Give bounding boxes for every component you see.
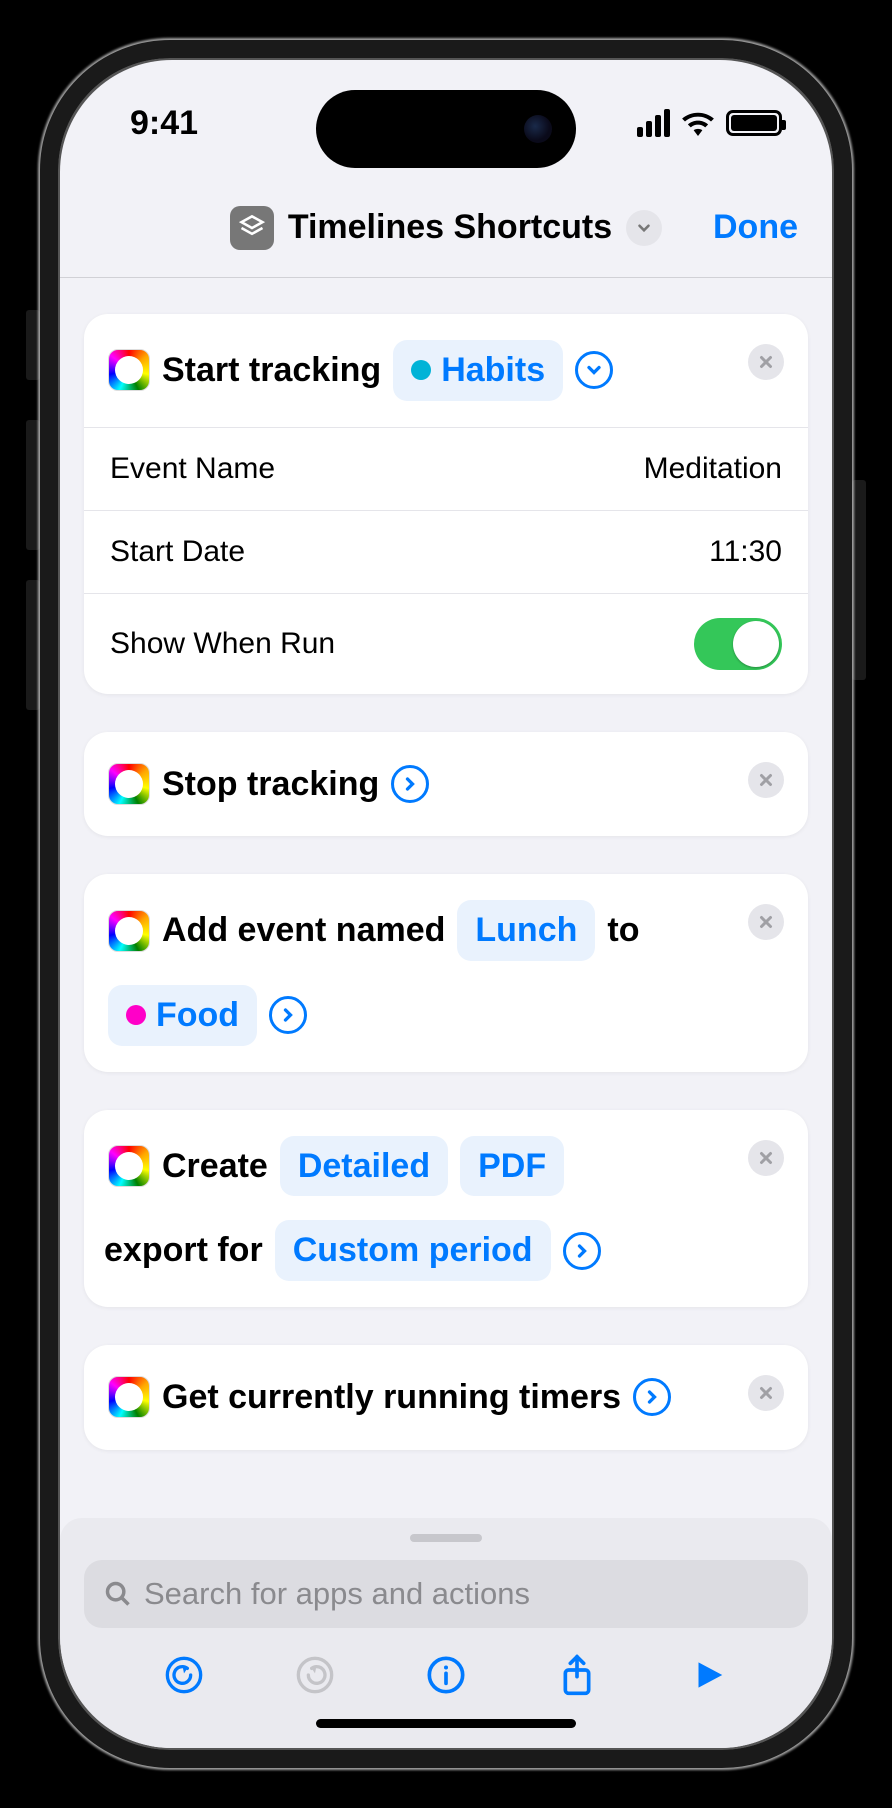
remove-button[interactable]	[748, 904, 784, 940]
action-card[interactable]: Get currently running timers	[84, 1345, 808, 1450]
param-label: Show When Run	[110, 627, 335, 661]
remove-button[interactable]	[748, 1140, 784, 1176]
action-card[interactable]: Start tracking Habits Event N	[84, 314, 808, 694]
tag-dot	[126, 1005, 146, 1025]
dynamic-island	[316, 90, 576, 168]
status-time: 9:41	[130, 104, 198, 143]
token-label: Detailed	[298, 1140, 430, 1193]
wifi-icon	[680, 110, 716, 136]
action-verb: Start tracking	[162, 344, 381, 397]
chevron-down-icon[interactable]	[575, 351, 613, 389]
action-card[interactable]: Create Detailed PDF export for Custom pe…	[84, 1110, 808, 1307]
battery-icon	[726, 110, 782, 136]
value-token[interactable]: PDF	[460, 1136, 564, 1197]
app-icon	[108, 763, 150, 805]
tag-label: Habits	[441, 344, 545, 397]
actions-list: Start tracking Habits Event N	[60, 278, 832, 1514]
done-button[interactable]: Done	[713, 208, 798, 247]
app-icon	[108, 1145, 150, 1187]
value-token[interactable]: Custom period	[275, 1220, 551, 1281]
redo-button[interactable]	[291, 1651, 339, 1699]
action-text: Add event named	[162, 904, 445, 957]
share-button[interactable]	[553, 1651, 601, 1699]
param-value: Meditation	[644, 452, 782, 486]
cellular-signal-icon	[637, 109, 670, 137]
chevron-right-icon[interactable]	[633, 1378, 671, 1416]
app-icon	[108, 1376, 150, 1418]
home-indicator[interactable]	[316, 1719, 576, 1728]
tag-dot	[411, 360, 431, 380]
token-label: PDF	[478, 1140, 546, 1193]
search-placeholder: Search for apps and actions	[144, 1576, 530, 1612]
param-label: Start Date	[110, 535, 245, 569]
action-card[interactable]: Add event named Lunch to Food	[84, 874, 808, 1071]
remove-button[interactable]	[748, 344, 784, 380]
search-panel[interactable]: Search for apps and actions	[60, 1518, 832, 1748]
chevron-right-icon[interactable]	[563, 1232, 601, 1270]
play-button[interactable]	[684, 1651, 732, 1699]
app-icon	[108, 349, 150, 391]
token-label: Custom period	[293, 1224, 533, 1277]
value-token[interactable]: Lunch	[457, 900, 595, 961]
value-token[interactable]: Detailed	[280, 1136, 448, 1197]
info-button[interactable]	[422, 1651, 470, 1699]
search-icon	[104, 1580, 132, 1608]
param-label: Event Name	[110, 452, 275, 486]
param-row[interactable]: Event Name Meditation	[84, 427, 808, 510]
undo-button[interactable]	[160, 1651, 208, 1699]
shortcut-icon[interactable]	[230, 206, 274, 250]
tag-token[interactable]: Food	[108, 985, 257, 1046]
action-verb: Stop tracking	[162, 758, 379, 811]
remove-button[interactable]	[748, 1375, 784, 1411]
param-row: Show When Run	[84, 593, 808, 694]
param-value: 11:30	[709, 535, 782, 569]
tag-label: Food	[156, 989, 239, 1042]
chevron-down-icon[interactable]	[626, 210, 662, 246]
nav-title: Timelines Shortcuts	[288, 208, 612, 247]
action-text: to	[607, 904, 639, 957]
token-label: Lunch	[475, 904, 577, 957]
remove-button[interactable]	[748, 762, 784, 798]
nav-bar: Timelines Shortcuts Done	[60, 178, 832, 278]
action-text: Create	[162, 1140, 268, 1193]
app-icon	[108, 910, 150, 952]
bottom-toolbar	[84, 1628, 808, 1748]
tag-token[interactable]: Habits	[393, 340, 563, 401]
param-row[interactable]: Start Date 11:30	[84, 510, 808, 593]
action-text: export for	[104, 1224, 263, 1277]
toggle-switch[interactable]	[694, 618, 782, 670]
chevron-right-icon[interactable]	[391, 765, 429, 803]
action-card[interactable]: Stop tracking	[84, 732, 808, 837]
search-input[interactable]: Search for apps and actions	[84, 1560, 808, 1628]
chevron-right-icon[interactable]	[269, 996, 307, 1034]
drag-handle[interactable]	[410, 1534, 482, 1542]
action-verb: Get currently running timers	[162, 1371, 621, 1424]
